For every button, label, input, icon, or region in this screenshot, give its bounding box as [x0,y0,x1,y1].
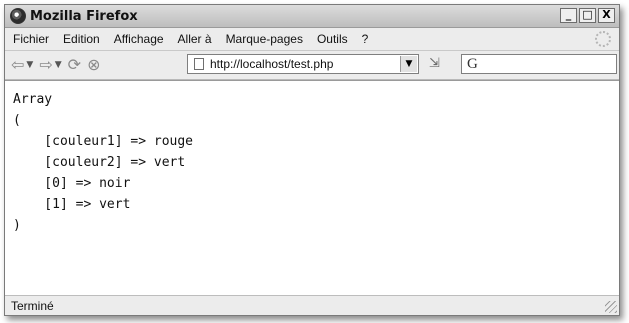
page-content: Array ( [couleur1] => rouge [couleur2] =>… [5,80,619,297]
url-dropdown-icon[interactable]: ▼ [400,56,417,72]
search-box[interactable]: G [461,54,617,74]
reload-icon[interactable]: ⟳ [68,57,81,73]
url-bar[interactable]: http://localhost/test.php ▼ [187,54,419,74]
code-line: Array [13,92,53,107]
back-dropdown-icon[interactable]: ▼ [26,60,33,70]
menu-item-edition[interactable]: Edition [63,32,100,46]
title-bar[interactable]: Mozilla Firefox _ □ X [5,5,619,28]
throbber-icon [595,31,611,47]
page-icon [194,58,204,70]
menu-item-marque-pages[interactable]: Marque-pages [226,32,303,46]
code-line: ( [13,113,21,128]
code-line: [couleur1] => rouge [13,134,194,149]
window-controls: _ □ X [560,8,615,23]
menu-bar: Fichier Edition Affichage Aller à Marque… [5,28,619,51]
resize-grip-icon[interactable] [605,301,617,313]
menu-item-fichier[interactable]: Fichier [13,32,49,46]
window-title: Mozilla Firefox [30,8,138,24]
browser-window: Mozilla Firefox _ □ X Fichier Edition Af… [4,4,620,316]
maximize-button[interactable]: □ [579,8,596,23]
navigation-toolbar: ⇦ ▼ ⇨ ▼ ⟳ ⊗ http://localhost/test.php ▼ … [5,51,619,80]
go-icon[interactable]: ⇲ [429,57,447,71]
code-line: [1] => vert [13,197,131,212]
array-output: Array ( [couleur1] => rouge [couleur2] =>… [13,89,193,236]
status-bar: Terminé [5,295,619,315]
code-line: [0] => noir [13,176,131,191]
code-line: ) [13,218,21,233]
code-line: [couleur2] => vert [13,155,186,170]
search-engine-icon[interactable]: G [467,56,478,72]
minimize-button[interactable]: _ [560,8,577,23]
close-button[interactable]: X [598,8,615,23]
url-text[interactable]: http://localhost/test.php [210,57,333,71]
firefox-icon [10,8,26,24]
menu-item-help[interactable]: ? [362,32,369,46]
status-text: Terminé [11,298,54,313]
menu-item-outils[interactable]: Outils [317,32,348,46]
stop-icon[interactable]: ⊗ [87,57,100,73]
forward-dropdown-icon[interactable]: ▼ [55,60,62,70]
menu-item-affichage[interactable]: Affichage [114,32,164,46]
menu-item-aller-a[interactable]: Aller à [178,32,212,46]
forward-arrow-icon[interactable]: ⇨ [39,57,52,73]
back-arrow-icon[interactable]: ⇦ [11,57,24,73]
